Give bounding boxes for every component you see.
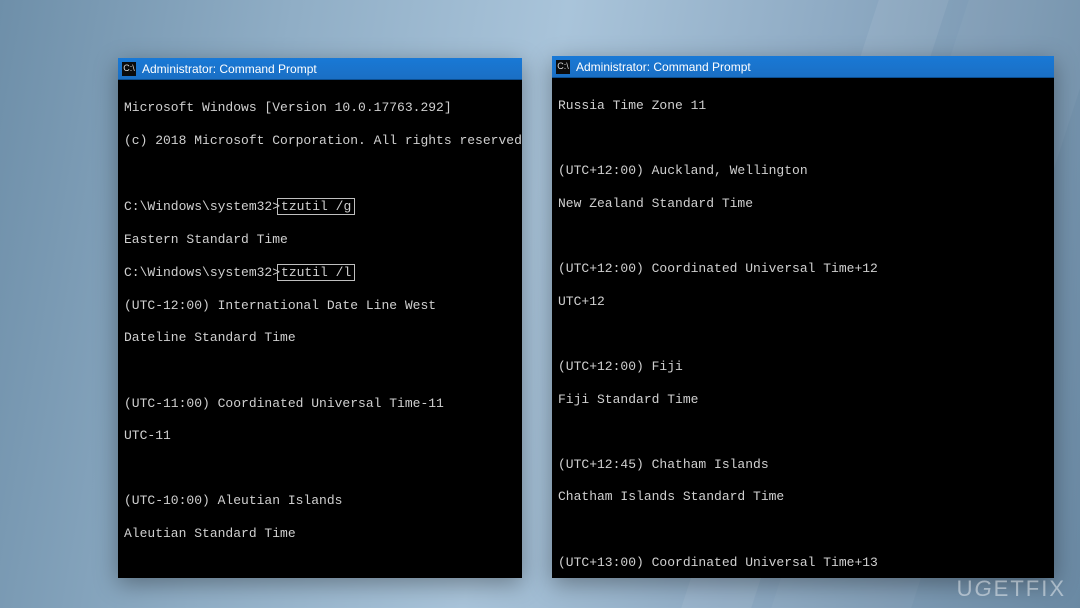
titlebar[interactable]: C:\ Administrator: Command Prompt xyxy=(118,58,522,80)
output-line: UTC+12 xyxy=(558,294,1048,310)
blank-line xyxy=(124,165,516,181)
output-line: (UTC-12:00) International Date Line West xyxy=(124,298,516,314)
output-line: Russia Time Zone 11 xyxy=(558,98,1048,114)
cmd-icon: C:\ xyxy=(556,60,570,74)
output-line: (UTC-11:00) Coordinated Universal Time-1… xyxy=(124,396,516,412)
output-line: (UTC+12:00) Fiji xyxy=(558,359,1048,375)
output-line: (UTC+12:00) Auckland, Wellington xyxy=(558,163,1048,179)
blank-line xyxy=(558,424,1048,440)
output-line: (UTC+12:00) Coordinated Universal Time+1… xyxy=(558,261,1048,277)
command-highlight: tzutil /g xyxy=(277,198,355,215)
output-line: Dateline Standard Time xyxy=(124,330,516,346)
prompt-path: C:\Windows\system32> xyxy=(124,265,280,280)
blank-line xyxy=(124,363,516,379)
blank-line xyxy=(558,326,1048,342)
output-line: (c) 2018 Microsoft Corporation. All righ… xyxy=(124,133,516,149)
cmd-icon: C:\ xyxy=(122,62,136,76)
prompt-path: C:\Windows\system32> xyxy=(124,199,280,214)
output-line: Microsoft Windows [Version 10.0.17763.29… xyxy=(124,100,516,116)
output-line: Eastern Standard Time xyxy=(124,232,516,248)
output-line: New Zealand Standard Time xyxy=(558,196,1048,212)
watermark: UGETFIX xyxy=(957,576,1066,602)
terminal-body[interactable]: Russia Time Zone 11 (UTC+12:00) Auckland… xyxy=(552,78,1054,578)
blank-line xyxy=(558,229,1048,245)
blank-line xyxy=(124,559,516,575)
blank-line xyxy=(558,522,1048,538)
prompt-line: C:\Windows\system32>tzutil /g xyxy=(124,198,516,215)
output-line: Fiji Standard Time xyxy=(558,392,1048,408)
output-line: Aleutian Standard Time xyxy=(124,526,516,542)
command-highlight: tzutil /l xyxy=(277,264,355,281)
output-line: UTC-11 xyxy=(124,428,516,444)
titlebar[interactable]: C:\ Administrator: Command Prompt xyxy=(552,56,1054,78)
terminal-body[interactable]: Microsoft Windows [Version 10.0.17763.29… xyxy=(118,80,522,578)
output-line: Chatham Islands Standard Time xyxy=(558,489,1048,505)
prompt-line: C:\Windows\system32>tzutil /l xyxy=(124,264,516,281)
window-title: Administrator: Command Prompt xyxy=(576,60,751,74)
cmd-window-right[interactable]: C:\ Administrator: Command Prompt Russia… xyxy=(552,56,1054,578)
output-line: (UTC-10:00) Aleutian Islands xyxy=(124,493,516,509)
cmd-window-left[interactable]: C:\ Administrator: Command Prompt Micros… xyxy=(118,58,522,578)
blank-line xyxy=(558,131,1048,147)
output-line: (UTC+13:00) Coordinated Universal Time+1… xyxy=(558,555,1048,571)
window-title: Administrator: Command Prompt xyxy=(142,62,317,76)
output-line: (UTC+12:45) Chatham Islands xyxy=(558,457,1048,473)
blank-line xyxy=(124,461,516,477)
